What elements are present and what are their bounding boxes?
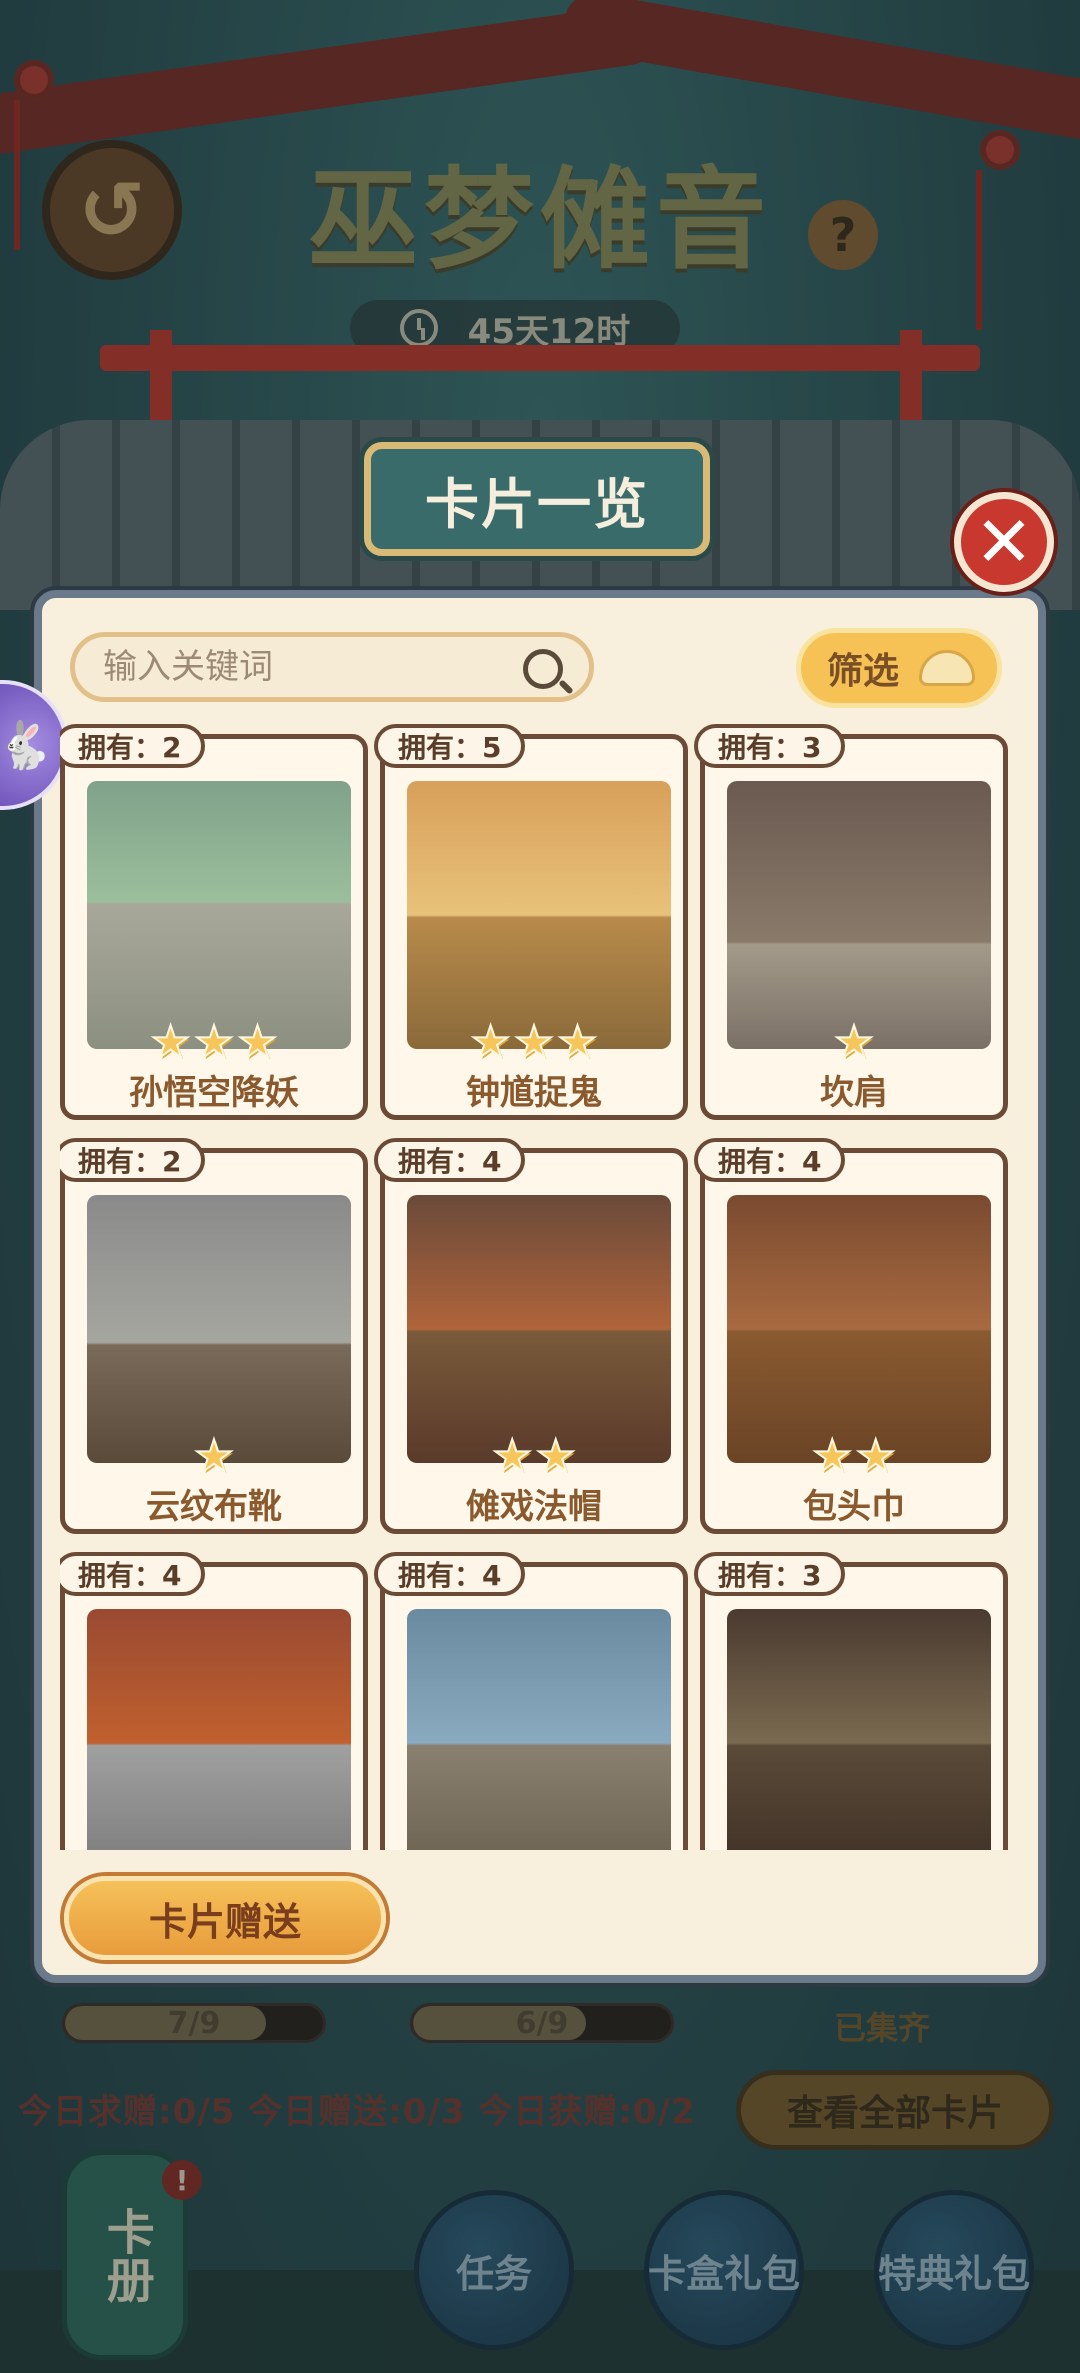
card-frame: ★ ★ 包头巾 <box>700 1148 1008 1534</box>
card-star-rating: ★ ★ <box>385 1431 683 1482</box>
card-artwork <box>87 1195 351 1463</box>
card-artwork <box>727 781 991 1049</box>
modal-title: 卡片一览 <box>364 442 710 556</box>
card-name: 钟馗捉鬼 <box>466 1073 602 1113</box>
star-icon: ★ <box>535 1431 576 1482</box>
star-icon: ★ <box>193 1431 234 1482</box>
star-icon: ★ <box>492 1431 533 1482</box>
card-star-rating: ★ <box>705 1848 1003 1851</box>
card-owned-count: 拥有：4 <box>374 1552 526 1596</box>
card-star-rating: ★★★ <box>65 1848 363 1851</box>
card-owned-count: 拥有：4 <box>60 1552 206 1596</box>
card-item[interactable]: ★ 云纹布靴 拥有：2 <box>60 1138 368 1534</box>
card-grid: ★ ★ ★ 孙悟空降妖 拥有：2 ★ ★ ★ 钟馗捉鬼 拥有：5 ★ 坎肩 拥有：3 ★ 云纹布靴 拥有：2 ★… <box>60 724 1020 1850</box>
card-owned-count: 拥有：4 <box>374 1138 526 1182</box>
card-artwork <box>87 1609 351 1850</box>
rabbit-icon: 🐇 <box>0 717 53 772</box>
star-icon: ★ <box>237 1017 278 1068</box>
card-owned-count: 拥有：2 <box>60 1138 206 1182</box>
star-icon: ★ <box>833 1848 874 1851</box>
filter-icon <box>919 650 976 686</box>
card-star-rating: ★★★ <box>385 1848 683 1851</box>
card-item[interactable]: ★ ★ 包头巾 拥有：4 <box>694 1138 1008 1534</box>
star-icon: ★ <box>150 1017 191 1068</box>
card-name: 坎肩 <box>820 1073 888 1113</box>
card-artwork <box>87 781 351 1049</box>
star-icon: ★ <box>193 1017 234 1068</box>
star-icon: ★ <box>812 1431 853 1482</box>
card-item[interactable]: ★ ★ 傩戏法帽 拥有：4 <box>374 1138 688 1534</box>
close-button[interactable]: ✕ <box>954 492 1054 592</box>
card-star-rating: ★★★ <box>65 1017 363 1068</box>
card-item[interactable]: ★ 拥有：3 <box>694 1552 1008 1850</box>
star-icon: ★ <box>150 1848 191 1851</box>
card-frame: ★ ★ ★ 孙悟空降妖 <box>60 734 368 1120</box>
close-icon: ✕ <box>974 501 1034 583</box>
card-name: 傩戏法帽 <box>466 1487 602 1527</box>
card-star-rating: ★ <box>705 1017 1003 1068</box>
card-frame: ★ 坎肩 <box>700 734 1008 1120</box>
star-icon: ★ <box>193 1848 234 1851</box>
card-owned-count: 拥有：3 <box>694 724 846 768</box>
card-star-rating: ★ ★ <box>705 1431 1003 1482</box>
card-owned-count: 拥有：5 <box>374 724 526 768</box>
card-frame: ★★★ <box>60 1562 368 1850</box>
star-icon: ★ <box>513 1017 554 1068</box>
card-artwork <box>727 1609 991 1850</box>
card-frame: ★ ★ ★ 钟馗捉鬼 <box>380 734 688 1120</box>
search-icon[interactable] <box>523 649 563 689</box>
star-icon: ★ <box>470 1017 511 1068</box>
card-frame: ★ ★ 傩戏法帽 <box>380 1148 688 1534</box>
card-item[interactable]: ★ ★ ★ 钟馗捉鬼 拥有：5 <box>374 724 688 1120</box>
card-item[interactable]: ★ 坎肩 拥有：3 <box>694 724 1008 1120</box>
star-icon: ★ <box>855 1431 896 1482</box>
filter-label: 筛选 <box>827 651 900 692</box>
card-artwork <box>407 1195 671 1463</box>
card-owned-count: 拥有：3 <box>694 1552 846 1596</box>
card-item[interactable]: ★ ★ ★ 孙悟空降妖 拥有：2 <box>60 724 368 1120</box>
card-item[interactable]: ★★★拥有：4 <box>374 1552 688 1850</box>
card-frame: ★★★ <box>380 1562 688 1850</box>
card-item[interactable]: ★★★拥有：4 <box>60 1552 368 1850</box>
card-star-rating: ★ <box>65 1431 363 1482</box>
card-artwork <box>727 1195 991 1463</box>
card-frame: ★ <box>700 1562 1008 1850</box>
card-artwork <box>407 781 671 1049</box>
search-input[interactable] <box>103 647 503 687</box>
card-artwork <box>407 1609 671 1850</box>
search-field[interactable] <box>70 632 594 702</box>
star-icon: ★ <box>833 1017 874 1068</box>
star-icon: ★ <box>470 1848 511 1851</box>
card-owned-count: 拥有：4 <box>694 1138 846 1182</box>
star-icon: ★ <box>237 1848 278 1851</box>
card-frame: ★ 云纹布靴 <box>60 1148 368 1534</box>
filter-button[interactable]: 筛选 <box>796 628 1002 708</box>
card-name: 云纹布靴 <box>146 1487 282 1527</box>
card-name: 包头巾 <box>803 1487 905 1527</box>
card-owned-count: 拥有：2 <box>60 724 206 768</box>
gift-card-button[interactable]: 卡片赠送 <box>64 1876 386 1960</box>
card-name: 孙悟空降妖 <box>129 1073 299 1113</box>
star-icon: ★ <box>557 1848 598 1851</box>
star-icon: ★ <box>557 1017 598 1068</box>
card-star-rating: ★★★ <box>385 1017 683 1068</box>
star-icon: ★ <box>513 1848 554 1851</box>
